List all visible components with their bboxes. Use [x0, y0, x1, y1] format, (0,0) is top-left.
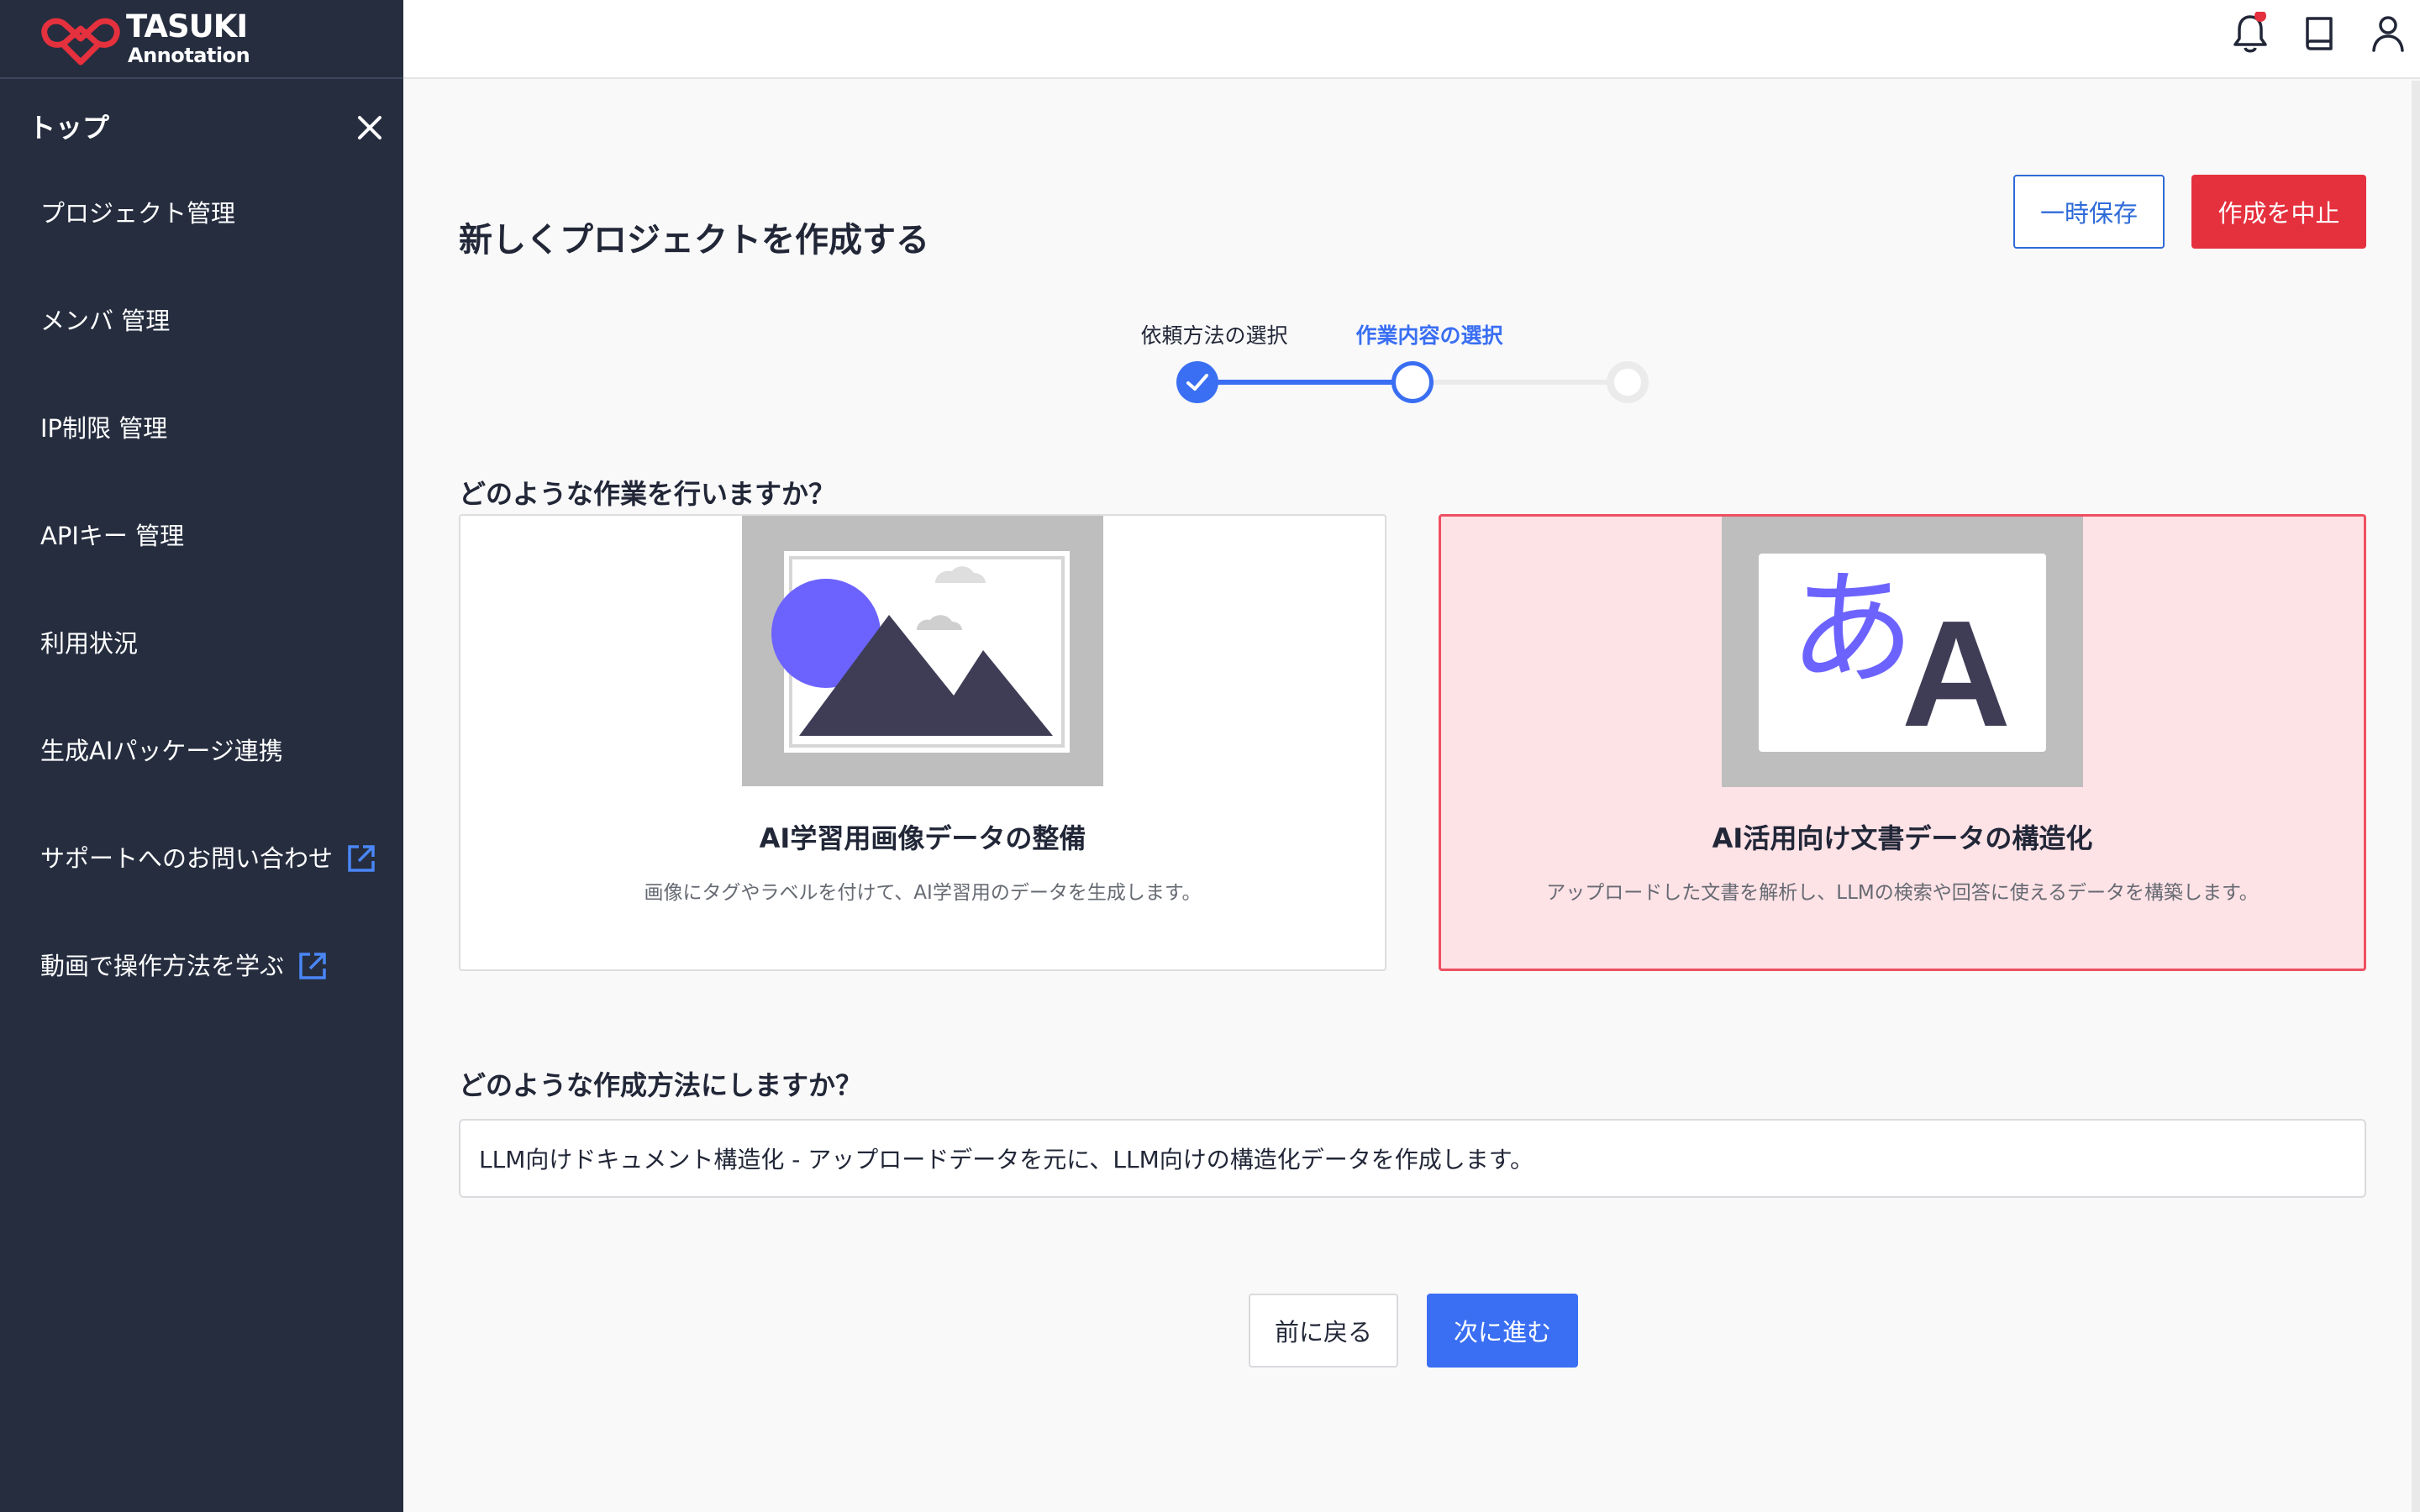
sidebar-item-label: 利用状況 — [40, 629, 139, 658]
sidebar-top-label[interactable]: トップ — [29, 111, 109, 144]
card-title: AI学習用画像データの整備 — [759, 822, 1086, 854]
sidebar-item-label: APIキー 管理 — [40, 522, 185, 550]
sidebar-item-label: 動画で操作方法を学ぶ — [40, 952, 285, 980]
sidebar-item-ip-restriction[interactable]: IP制限 管理 — [0, 398, 403, 506]
image-illustration — [742, 516, 1103, 786]
text-illustration: あ A — [1722, 517, 2083, 787]
sidebar-item-genai-package[interactable]: 生成AIパッケージ連携 — [0, 721, 403, 828]
image-icon — [771, 551, 1070, 753]
sidebar-item-label: 生成AIパッケージ連携 — [40, 737, 283, 765]
next-button[interactable]: 次に進む — [1427, 1294, 1578, 1368]
page-title: 新しくプロジェクトを作成する — [459, 221, 929, 260]
progress-stepper: 依頼方法の選択 作業内容の選択 — [1109, 319, 1664, 412]
logo[interactable]: TASUKI Annotation — [0, 0, 403, 79]
check-icon — [1186, 374, 1208, 391]
cancel-creation-button[interactable]: 作成を中止 — [2191, 175, 2366, 249]
task-card-document[interactable]: あ A AI活用向け文書データの構造化 アップロードした文書を解析し、LLMの検… — [1439, 514, 2366, 971]
close-icon[interactable] — [353, 111, 387, 144]
bell-icon[interactable] — [2230, 12, 2270, 55]
step-connector — [1197, 380, 1413, 385]
step-done-dot — [1176, 361, 1218, 403]
sidebar-item-label: メンバ 管理 — [40, 307, 171, 335]
sidebar-item-usage[interactable]: 利用状況 — [0, 613, 403, 721]
external-link-icon — [348, 845, 375, 872]
latin-glyph: A — [1902, 590, 2011, 759]
brand-name: TASUKI — [126, 8, 248, 45]
save-draft-button[interactable]: 一時保存 — [2013, 175, 2165, 249]
card-title: AI活用向け文書データの構造化 — [1712, 822, 2093, 854]
sidebar-item-video[interactable]: 動画で操作方法を学ぶ — [0, 936, 403, 1043]
hiragana-glyph: あ — [1789, 557, 1916, 703]
sidebar-item-label: サポートへのお問い合わせ — [40, 844, 334, 873]
sidebar-item-projects[interactable]: プロジェクト管理 — [0, 183, 403, 291]
card-description: 画像にタグやラベルを付けて、AI学習用のデータを生成します。 — [644, 882, 1202, 904]
tasuki-logo-icon — [41, 18, 120, 66]
notification-dot — [2254, 12, 2266, 22]
sidebar-item-api-keys[interactable]: APIキー 管理 — [0, 506, 403, 613]
back-button[interactable]: 前に戻る — [1249, 1294, 1398, 1368]
external-link-icon — [299, 953, 326, 979]
sidebar-item-support[interactable]: サポートへのお問い合わせ — [0, 828, 403, 936]
step-connector — [1413, 380, 1628, 385]
scrollbar[interactable] — [2412, 81, 2420, 1512]
sidebar-item-members[interactable]: メンバ 管理 — [0, 291, 403, 398]
step-label: 作業内容の選択 — [1355, 323, 1503, 348]
sidebar-item-label: IP制限 管理 — [40, 414, 168, 443]
task-card-image[interactable]: AI学習用画像データの整備 画像にタグやラベルを付けて、AI学習用のデータを生成… — [459, 514, 1386, 971]
step-label: 依頼方法の選択 — [1140, 323, 1288, 348]
step-pending-dot — [1607, 361, 1649, 403]
user-icon[interactable] — [2368, 12, 2408, 55]
sidebar-nav: プロジェクト管理 メンバ 管理 IP制限 管理 APIキー 管理 利用状況 生成… — [0, 183, 403, 1043]
sidebar-item-label: プロジェクト管理 — [40, 199, 236, 228]
card-description: アップロードした文書を解析し、LLMの検索や回答に使えるデータを構築します。 — [1546, 882, 2259, 904]
method-select[interactable]: LLM向けドキュメント構造化 - アップロードデータを元に、LLM向けの構造化デ… — [459, 1119, 2366, 1198]
step-current-dot — [1392, 361, 1434, 403]
sidebar: TASUKI Annotation トップ プロジェクト管理 メンバ 管理 IP… — [0, 0, 403, 1512]
book-icon[interactable] — [2299, 12, 2339, 55]
brand-sub: Annotation — [128, 44, 250, 67]
question-task-type: どのような作業を行いますか？ — [459, 478, 836, 510]
top-header — [403, 0, 2420, 79]
question-method: どのような作成方法にしますか？ — [459, 1069, 863, 1101]
method-value: LLM向けドキュメント構造化 - アップロードデータを元に、LLM向けの構造化デ… — [479, 1146, 1534, 1173]
text-icon: あ A — [1759, 554, 2046, 752]
